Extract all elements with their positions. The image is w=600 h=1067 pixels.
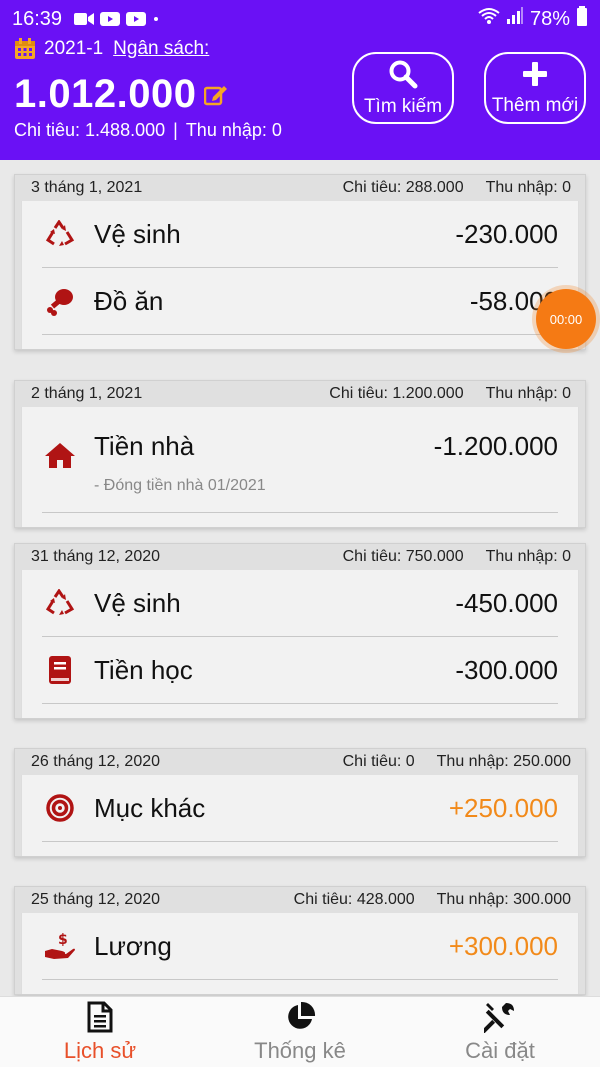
summary-separator: | — [173, 120, 178, 140]
day-card: Mục khác +250.000 — [21, 775, 579, 856]
day-expense: Chi tiêu: 750.000 — [342, 548, 464, 565]
plus-icon — [521, 60, 549, 93]
transaction-name: Vệ sinh — [94, 218, 181, 249]
summary-row: Chi tiêu: 1.488.000 | Thu nhập: 0 — [14, 120, 282, 141]
recycle-icon — [42, 589, 78, 617]
youtube-icon — [100, 12, 121, 26]
search-button-label: Tìm kiếm — [363, 95, 443, 117]
transaction-amount: -450.000 — [455, 587, 558, 618]
floating-timer-button[interactable]: 00:00 — [536, 289, 596, 349]
day-expense: Chi tiêu: 428.000 — [293, 891, 415, 908]
tab-settings-label: Cài đặt — [465, 1038, 535, 1063]
add-new-button[interactable]: Thêm mới — [484, 52, 586, 124]
transaction-name: Đồ ăn — [94, 285, 164, 316]
day-card: $ Lương +300.000 — [21, 913, 579, 994]
youtube-icon-2 — [126, 12, 147, 26]
transaction-row[interactable]: $ Lương +300.000 — [42, 913, 558, 980]
book-icon — [42, 655, 78, 685]
transaction-row[interactable]: Mục khác +250.000 — [42, 775, 558, 842]
day-date: 3 tháng 1, 2021 — [31, 179, 143, 196]
transaction-amount: -300.000 — [455, 654, 558, 685]
chicken-leg-icon — [42, 286, 78, 316]
wifi-icon — [478, 7, 500, 31]
day-date: 2 tháng 1, 2021 — [31, 385, 143, 402]
day-income: Thu nhập: 0 — [485, 385, 571, 402]
svg-text:$: $ — [58, 932, 68, 948]
video-camera-icon — [74, 12, 95, 26]
budget-link[interactable]: Ngân sách: — [113, 38, 209, 60]
transaction-amount: -230.000 — [455, 218, 558, 249]
day-header: 3 tháng 1, 2021 Chi tiêu: 288.000 Thu nh… — [15, 175, 585, 201]
day-expense: Chi tiêu: 1.200.000 — [329, 385, 464, 402]
salary-hand-icon: $ — [42, 931, 78, 961]
transaction-row[interactable]: Vệ sinh -230.000 — [42, 201, 558, 268]
day-header: 26 tháng 12, 2020 Chi tiêu: 0 Thu nhập: … — [15, 749, 585, 775]
day-header: 25 tháng 12, 2020 Chi tiêu: 428.000 Thu … — [15, 887, 585, 913]
transaction-row[interactable]: Tiền học -300.000 — [42, 637, 558, 704]
income-summary: Thu nhập: 0 — [185, 120, 282, 140]
status-bar: 16:39 78% — [12, 6, 588, 32]
home-icon — [42, 441, 78, 469]
day-card: Vệ sinh -230.000 Đồ ăn -58.000 — [21, 201, 579, 349]
day-income: Thu nhập: 300.000 — [436, 891, 571, 908]
day-group: 26 tháng 12, 2020 Chi tiêu: 0 Thu nhập: … — [14, 748, 586, 857]
transaction-note: - Đóng tiền nhà 01/2021 — [94, 477, 266, 494]
period-label[interactable]: 2021-1 — [44, 38, 103, 60]
status-time: 16:39 — [12, 7, 63, 30]
tab-statistics-label: Thống kê — [254, 1038, 346, 1063]
day-date: 25 tháng 12, 2020 — [31, 891, 161, 908]
add-new-button-label: Thêm mới — [491, 94, 579, 116]
recycle-icon — [42, 220, 78, 248]
day-expense: Chi tiêu: 288.000 — [342, 179, 464, 196]
transaction-name: Tiền nhà — [94, 431, 195, 461]
transaction-amount: -1.200.000 — [433, 431, 558, 461]
document-icon — [87, 1000, 113, 1034]
day-group: 2 tháng 1, 2021 Chi tiêu: 1.200.000 Thu … — [14, 380, 586, 528]
day-card: Tiền nhà - Đóng tiền nhà 01/2021 -1.200.… — [21, 407, 579, 527]
battery-icon — [576, 6, 588, 32]
edit-icon[interactable] — [204, 84, 228, 106]
tab-settings[interactable]: Cài đặt — [400, 997, 600, 1067]
tab-statistics[interactable]: Thống kê — [200, 997, 400, 1067]
tools-icon — [484, 1000, 516, 1034]
app-header: 16:39 78% 2021-1 Ngân sách: 1.012.000 Ch… — [0, 0, 600, 160]
search-button[interactable]: Tìm kiếm — [352, 52, 454, 124]
signal-icon — [506, 7, 524, 31]
tab-history-label: Lịch sử — [63, 1038, 137, 1063]
day-income: Thu nhập: 250.000 — [436, 753, 571, 770]
notification-dot-icon — [152, 15, 160, 23]
day-date: 31 tháng 12, 2020 — [31, 548, 161, 565]
battery-level: 78% — [529, 7, 570, 30]
calendar-icon[interactable] — [14, 38, 36, 60]
day-group: 25 tháng 12, 2020 Chi tiêu: 428.000 Thu … — [14, 886, 586, 995]
budget-amount-row: 1.012.000 — [14, 72, 228, 117]
transaction-amount: +250.000 — [448, 792, 558, 823]
bottom-navigation: Lịch sử Thống kê Cài đặt — [0, 996, 600, 1067]
transaction-name: Mục khác — [94, 792, 206, 823]
day-header: 31 tháng 12, 2020 Chi tiêu: 750.000 Thu … — [15, 544, 585, 570]
expense-summary: Chi tiêu: 1.488.000 — [14, 120, 166, 140]
day-income: Thu nhập: 0 — [485, 548, 571, 565]
day-card: Vệ sinh -450.000 Tiền học -300.000 — [21, 570, 579, 718]
day-group: 31 tháng 12, 2020 Chi tiêu: 750.000 Thu … — [14, 543, 586, 719]
target-icon — [42, 793, 78, 823]
transaction-amount: +300.000 — [448, 930, 558, 961]
transaction-row[interactable]: Đồ ăn -58.000 — [42, 268, 558, 335]
search-icon — [388, 59, 418, 94]
transaction-row[interactable]: Tiền nhà - Đóng tiền nhà 01/2021 -1.200.… — [42, 407, 558, 513]
day-header: 2 tháng 1, 2021 Chi tiêu: 1.200.000 Thu … — [15, 381, 585, 407]
transaction-list[interactable]: 3 tháng 1, 2021 Chi tiêu: 288.000 Thu nh… — [0, 160, 600, 996]
transaction-name: Lương — [94, 930, 172, 961]
period-row: 2021-1 Ngân sách: — [14, 38, 209, 60]
day-income: Thu nhập: 0 — [485, 179, 571, 196]
day-group: 3 tháng 1, 2021 Chi tiêu: 288.000 Thu nh… — [14, 174, 586, 350]
day-date: 26 tháng 12, 2020 — [31, 753, 161, 770]
transaction-row[interactable]: Vệ sinh -450.000 — [42, 570, 558, 637]
day-expense: Chi tiêu: 0 — [342, 753, 415, 770]
transaction-name: Tiền học — [94, 654, 193, 685]
transaction-name: Vệ sinh — [94, 587, 181, 618]
tab-history[interactable]: Lịch sử — [0, 997, 200, 1067]
budget-amount: 1.012.000 — [14, 72, 197, 116]
pie-chart-icon — [284, 1000, 316, 1034]
